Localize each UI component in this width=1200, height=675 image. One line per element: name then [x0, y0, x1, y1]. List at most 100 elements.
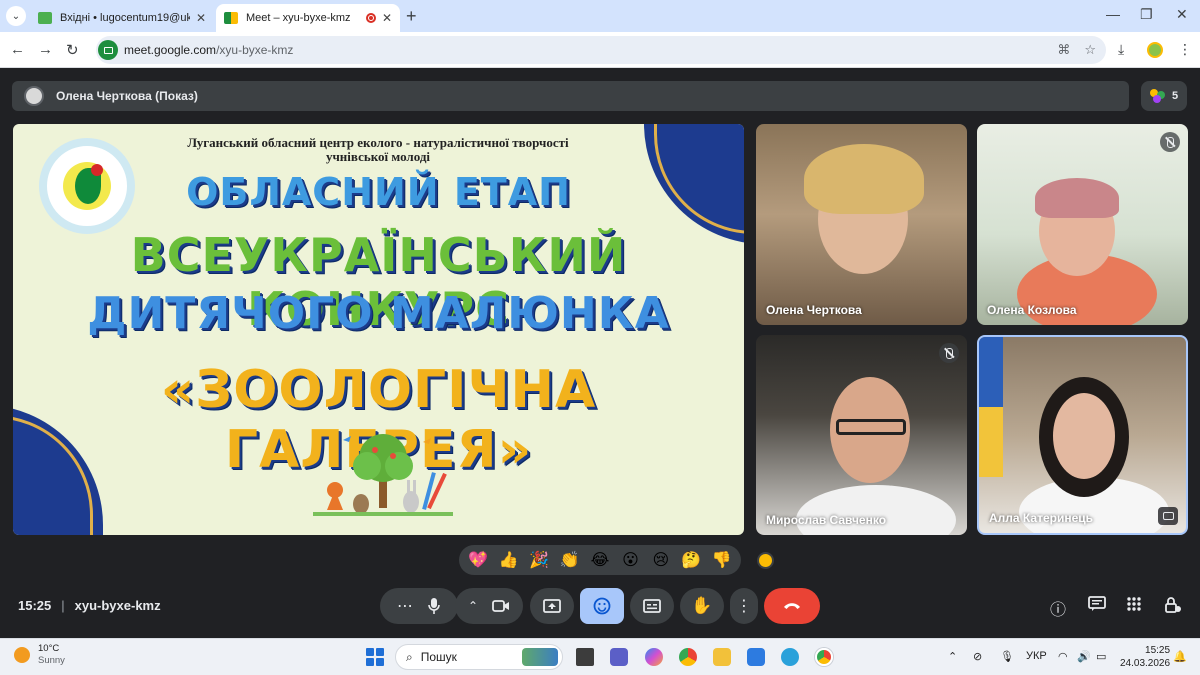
- reaction-clap[interactable]: 👏: [558, 550, 582, 570]
- activities-icon[interactable]: [1126, 596, 1142, 617]
- slide-header: Луганський обласний центр еколого - нату…: [187, 135, 569, 164]
- glasses: [836, 419, 906, 435]
- reaction-heart[interactable]: 💖: [466, 550, 490, 570]
- presenter-label: Олена Черткова (Показ): [56, 89, 198, 103]
- reload-button[interactable]: ↻: [66, 41, 79, 59]
- tab-title: Вхідні • lugocentum19@ukr.net: [60, 12, 190, 24]
- participant-name: Олена Козлова: [987, 303, 1077, 317]
- chat-icon[interactable]: [1088, 596, 1106, 617]
- participant-video: [796, 485, 956, 535]
- slide-title-line1: ОБЛАСНИЙ ЕТАП: [186, 170, 571, 214]
- reaction-surprised[interactable]: 😮: [618, 550, 642, 570]
- tab-search-button[interactable]: ⌄: [6, 6, 26, 26]
- windows-start-icon[interactable]: [366, 648, 384, 666]
- search-icon: ⌕: [406, 649, 413, 664]
- shared-screen: Луганський обласний центр еколого - нату…: [13, 124, 744, 535]
- minimize-button[interactable]: —: [1106, 6, 1120, 22]
- participant-tile[interactable]: Олена Козлова: [977, 124, 1188, 325]
- reaction-thumbs-up[interactable]: 👍: [497, 550, 521, 570]
- more-options-button[interactable]: ⋮: [730, 588, 758, 624]
- copilot-icon[interactable]: [645, 648, 663, 666]
- reaction-thumbs-down[interactable]: 👎: [710, 550, 734, 570]
- file-explorer-icon[interactable]: [713, 648, 731, 666]
- close-tab-icon[interactable]: ✕: [382, 11, 392, 25]
- weather-widget[interactable]: 10°C Sunny: [14, 643, 65, 667]
- slide-title-line3: ДИТЯЧОГО МАЛЮНКА: [87, 288, 670, 339]
- menu-dots-icon[interactable]: ⋮: [1178, 41, 1192, 58]
- leave-call-button[interactable]: [764, 588, 820, 624]
- skin-tone-selector[interactable]: [757, 552, 774, 569]
- download-icon[interactable]: ⤓: [1118, 41, 1124, 58]
- avatar: [24, 86, 44, 106]
- reaction-party[interactable]: 🎉: [527, 550, 551, 570]
- participant-name: Мирослав Савченко: [766, 513, 887, 527]
- new-tab-button[interactable]: +: [406, 6, 417, 27]
- chrome-icon[interactable]: [679, 648, 697, 666]
- site-info-icon[interactable]: [98, 40, 118, 60]
- browser-tab-strip: ⌄ Вхідні • lugocentum19@ukr.net ✕ Meet –…: [0, 0, 1200, 32]
- participant-tile[interactable]: Олена Черткова: [756, 124, 967, 325]
- reaction-laugh[interactable]: 😂: [588, 550, 612, 570]
- reaction-thinking[interactable]: 🤔: [679, 550, 703, 570]
- restore-button[interactable]: ❐: [1140, 6, 1153, 23]
- translate-icon[interactable]: ⌘: [1057, 42, 1070, 58]
- mic-control[interactable]: ⋯: [380, 588, 458, 624]
- address-bar[interactable]: meet.google.com/xyu-byxe-kmz ⌘ ☆: [96, 36, 1106, 64]
- system-clock[interactable]: 15:25 24.03.2026: [1120, 644, 1170, 670]
- meeting-code: xyu-byxe-kmz: [74, 598, 161, 613]
- url-text: meet.google.com/xyu-byxe-kmz: [124, 43, 294, 57]
- search-highlight-art: [522, 648, 558, 666]
- telegram-icon[interactable]: [781, 648, 799, 666]
- end-call-icon: [784, 603, 800, 609]
- close-window-button[interactable]: ✕: [1176, 6, 1188, 23]
- participant-name: Алла Катеринець: [989, 511, 1093, 525]
- participant-face: [1053, 393, 1115, 479]
- present-icon: [543, 599, 561, 613]
- image-viewer-icon[interactable]: [747, 648, 765, 666]
- muted-mic-icon: [939, 343, 959, 363]
- notification-bell-icon[interactable]: 🔔: [1173, 650, 1187, 663]
- back-button[interactable]: ←: [10, 41, 25, 58]
- show-hidden-icons[interactable]: ⌃: [948, 650, 957, 663]
- sun-icon: [14, 647, 30, 663]
- mic-tray-icon[interactable]: 🎙: [1000, 650, 1014, 663]
- participants-button[interactable]: 5: [1141, 81, 1187, 111]
- reaction-sad[interactable]: 😢: [649, 550, 673, 570]
- extension-icon[interactable]: [1147, 42, 1163, 58]
- host-controls-icon[interactable]: [1164, 596, 1182, 619]
- chevron-up-icon[interactable]: ⌃: [468, 599, 478, 613]
- battery-icon[interactable]: ▭: [1096, 650, 1106, 663]
- participant-hair: [1035, 178, 1119, 218]
- present-screen-button[interactable]: [530, 588, 574, 624]
- meeting-time: 15:25: [18, 598, 52, 613]
- pin-tile-icon[interactable]: [1158, 507, 1178, 525]
- windows-taskbar: 10°C Sunny ⌕ Пошук ⌃ ⊘ 🎙 УКР ◠ 🔊 ▭ 15:25…: [0, 638, 1200, 675]
- forward-button[interactable]: →: [38, 41, 53, 58]
- close-tab-icon[interactable]: ✕: [196, 11, 206, 25]
- tab-ukr-net-inbox[interactable]: Вхідні • lugocentum19@ukr.net ✕: [30, 4, 214, 32]
- captions-button[interactable]: [630, 588, 674, 624]
- tab-meet[interactable]: Meet – xyu-byxe-kmz ✕: [216, 4, 400, 32]
- recording-icon: [365, 13, 376, 23]
- emoji-reactions-button[interactable]: [580, 588, 624, 624]
- camera-privacy-icon[interactable]: ⊘: [973, 650, 982, 663]
- camera-control[interactable]: ⌃: [455, 588, 523, 624]
- participant-tile-active[interactable]: Алла Катеринець: [977, 335, 1188, 535]
- participant-count: 5: [1171, 90, 1179, 102]
- volume-icon[interactable]: 🔊: [1077, 650, 1091, 663]
- animals-tree-illustration: [313, 434, 453, 516]
- more-audio-options-icon[interactable]: ⋯: [397, 596, 413, 616]
- language-indicator[interactable]: УКР: [1026, 650, 1047, 662]
- chrome-active-icon[interactable]: [815, 648, 833, 666]
- search-placeholder: Пошук: [420, 650, 457, 664]
- wifi-icon[interactable]: ◠: [1058, 650, 1068, 663]
- more-vert-icon: ⋮: [736, 598, 752, 615]
- bookmark-star-icon[interactable]: ☆: [1084, 42, 1096, 58]
- participant-tile[interactable]: Мирослав Савченко: [756, 335, 967, 535]
- teams-icon[interactable]: [610, 648, 628, 666]
- muted-mic-icon: [1160, 132, 1180, 152]
- taskbar-search[interactable]: ⌕ Пошук: [395, 644, 563, 670]
- meeting-details-icon[interactable]: ⓘ: [1050, 596, 1066, 620]
- task-view-icon[interactable]: [576, 648, 594, 666]
- raise-hand-button[interactable]: ✋: [680, 588, 724, 624]
